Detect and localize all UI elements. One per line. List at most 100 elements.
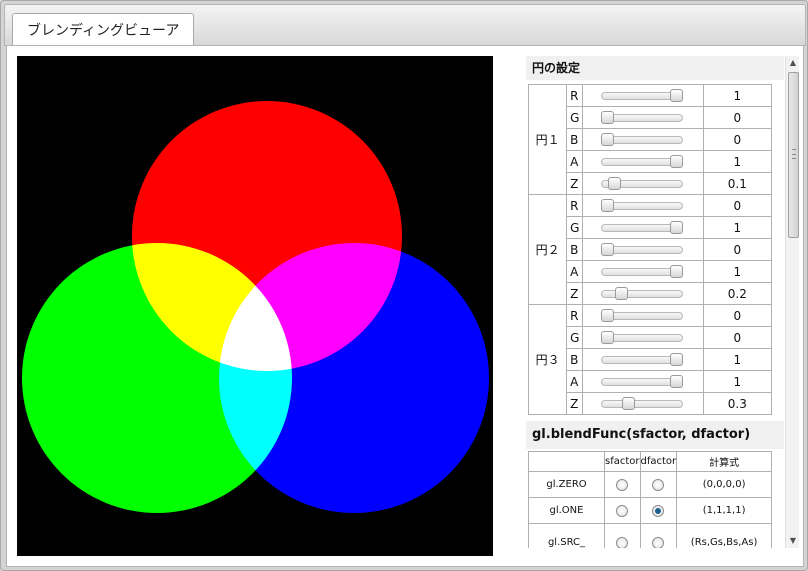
dfactor-radio[interactable] <box>652 536 665 548</box>
slider-track[interactable] <box>601 290 684 298</box>
slider-thumb[interactable] <box>670 353 684 366</box>
column-header <box>528 451 605 472</box>
grip-icon <box>792 149 796 159</box>
dfactor-radio[interactable] <box>652 478 665 491</box>
slider-cell <box>582 238 704 261</box>
column-header: 計算式 <box>676 451 772 472</box>
dfactor-cell <box>639 471 678 498</box>
blend-factor-name: gl.ONE <box>528 497 605 524</box>
slider-thumb[interactable] <box>615 287 629 300</box>
component-label: B <box>566 348 584 371</box>
table-row: gl.ONE (1,1,1,1) <box>528 497 772 524</box>
circle-group-label: 円２ <box>527 194 568 305</box>
sfactor-radio[interactable] <box>616 536 629 548</box>
circle-setting-row: 円３ R 0 <box>527 304 773 415</box>
component-label: G <box>566 216 584 239</box>
table-row: gl.ZERO (0,0,0,0) <box>528 471 772 498</box>
blend-canvas[interactable] <box>17 56 493 556</box>
value-display: 0 <box>702 128 773 151</box>
slider-thumb[interactable] <box>608 177 622 190</box>
slider-track[interactable] <box>601 400 684 408</box>
value-display: 0.3 <box>702 392 773 415</box>
slider-cell <box>582 150 704 173</box>
component-label: R <box>566 304 584 327</box>
circle-setting-row: 円１ R 1 <box>527 84 773 195</box>
component-label: R <box>566 194 584 217</box>
blend-factor-name: gl.ZERO <box>528 471 605 498</box>
value-display: 0.2 <box>702 282 773 305</box>
component-label: B <box>566 238 584 261</box>
slider-thumb[interactable] <box>670 89 684 102</box>
slider-thumb[interactable] <box>601 111 615 124</box>
dfactor-radio[interactable] <box>652 504 665 517</box>
formula-cell: (1,1,1,1) <box>676 497 772 524</box>
value-display: 0 <box>702 194 773 217</box>
slider-cell <box>582 392 704 415</box>
formula-cell: (Rs,Gs,Bs,As) <box>676 523 772 548</box>
blendfunc-table: sfactor dfactor 計算式 gl.ZERO (0,0,0,0) gl.ONE(… <box>528 451 772 548</box>
slider-thumb[interactable] <box>601 133 615 146</box>
value-display: 1 <box>702 84 773 107</box>
sfactor-cell <box>604 497 641 524</box>
slider-thumb[interactable] <box>670 221 684 234</box>
component-label: A <box>566 370 584 393</box>
slider-thumb[interactable] <box>670 155 684 168</box>
circle-group-label: 円３ <box>527 304 568 415</box>
scroll-down-arrow-icon[interactable]: ▼ <box>786 534 800 548</box>
dfactor-cell <box>639 497 678 524</box>
component-label: G <box>566 326 584 349</box>
slider-thumb[interactable] <box>670 375 684 388</box>
slider-thumb[interactable] <box>621 397 635 410</box>
value-display: 0 <box>702 238 773 261</box>
slider-thumb[interactable] <box>670 265 684 278</box>
slider-cell <box>582 326 704 349</box>
slider-thumb[interactable] <box>601 243 615 256</box>
sfactor-radio[interactable] <box>616 478 629 491</box>
component-label: Z <box>566 172 584 195</box>
column-header: dfactor <box>639 451 678 472</box>
circle-settings-table: 円１ R 1 G 0 B 0 A 1 Z 0.1 円２ R 0 G 1 B 0 A 1 Z 0.2 円３ R 0 G 0 B 1 A 1 Z 0… <box>527 84 773 415</box>
tab-content: 円の設定 円１ R 1 G 0 B 0 A 1 Z 0.1 円２ R 0 G 1 B 0 A 1 Z 0.2 円３ R 0 G 0 B… <box>6 45 804 567</box>
table-row: gl.SRC_ (Rs,Gs,Bs,As) <box>528 523 772 548</box>
scrollbar-thumb[interactable] <box>788 72 799 238</box>
circle-setting-row: 円２ R 0 <box>527 194 773 305</box>
slider-thumb[interactable] <box>601 331 615 344</box>
scroll-up-arrow-icon[interactable]: ▲ <box>786 56 800 70</box>
component-label: A <box>566 150 584 173</box>
slider-cell <box>582 84 704 107</box>
tab-blending-viewer[interactable]: ブレンディングビューア <box>12 13 194 49</box>
component-label: Z <box>566 282 584 305</box>
circle-3 <box>219 243 489 513</box>
component-label: Z <box>566 392 584 415</box>
blendfunc-header-row: sfactor dfactor 計算式 <box>528 451 772 472</box>
value-display: 1 <box>702 260 773 283</box>
slider-thumb[interactable] <box>601 309 615 322</box>
component-label: G <box>566 106 584 129</box>
slider-cell <box>582 282 704 305</box>
slider-cell <box>582 194 704 217</box>
slider-cell <box>582 128 704 151</box>
slider-cell <box>582 304 704 327</box>
slider-cell <box>582 106 704 129</box>
slider-thumb[interactable] <box>601 199 615 212</box>
value-display: 1 <box>702 370 773 393</box>
slider-cell <box>582 216 704 239</box>
panel-scrollbar[interactable]: ▲ ▼ <box>785 56 799 548</box>
circles-svg <box>17 56 493 556</box>
settings-panel: 円の設定 円１ R 1 G 0 B 0 A 1 Z 0.1 円２ R 0 G 1 B 0 A 1 Z 0.2 円３ R 0 G 0 B… <box>526 56 784 548</box>
slider-cell <box>582 260 704 283</box>
column-header: sfactor <box>604 451 641 472</box>
value-display: 0 <box>702 106 773 129</box>
slider-cell <box>582 370 704 393</box>
sfactor-cell <box>604 471 641 498</box>
blend-factor-name: gl.SRC_ <box>528 523 605 548</box>
blendfunc-header: gl.blendFunc(sfactor, dfactor) <box>526 421 784 449</box>
circle-group-label: 円１ <box>527 84 568 195</box>
value-display: 0 <box>702 326 773 349</box>
sfactor-radio[interactable] <box>616 504 629 517</box>
value-display: 0 <box>702 304 773 327</box>
slider-cell <box>582 172 704 195</box>
dfactor-cell <box>639 523 678 548</box>
formula-cell: (0,0,0,0) <box>676 471 772 498</box>
value-display: 1 <box>702 348 773 371</box>
